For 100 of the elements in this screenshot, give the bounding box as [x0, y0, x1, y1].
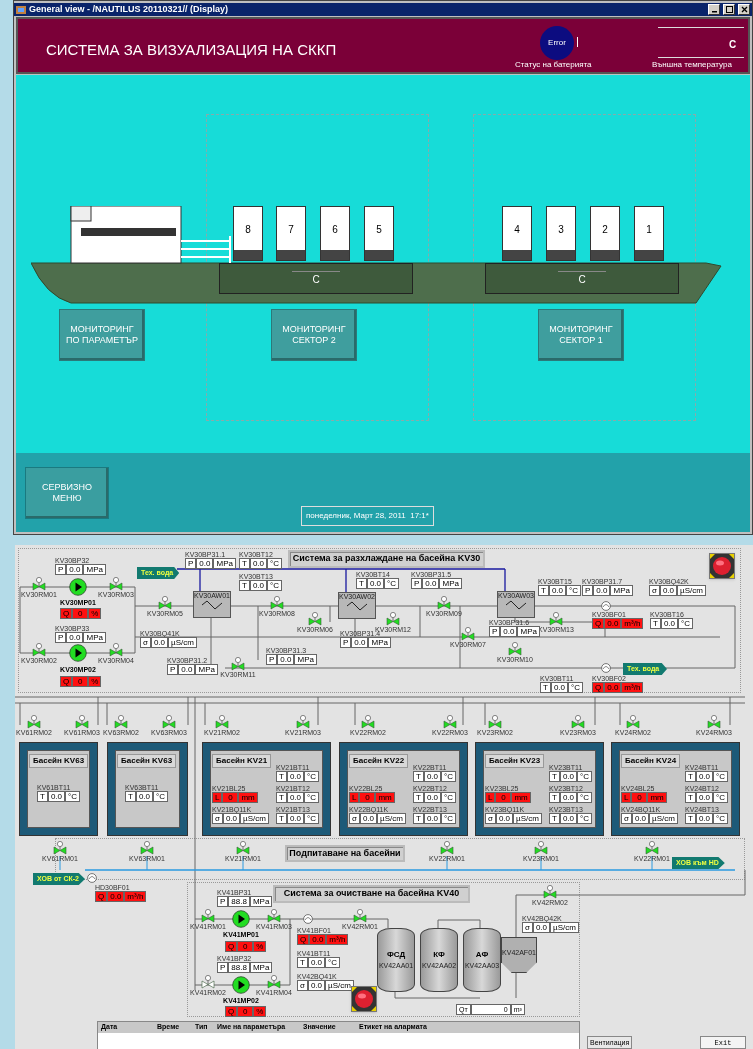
readout-symbol: Q — [297, 934, 310, 945]
cargo-container[interactable]: 3 — [546, 206, 576, 261]
basin-title: Басейн KV21 — [212, 754, 272, 768]
valve-icon[interactable] — [543, 885, 557, 899]
valve-icon[interactable] — [32, 643, 46, 657]
valve-icon[interactable] — [236, 841, 250, 855]
readout-unit: µS/cm — [377, 813, 406, 824]
emergency-stop-button[interactable] — [709, 553, 735, 579]
readout-unit: MPa — [195, 664, 218, 675]
readout-symbol: T — [276, 813, 287, 824]
valve-icon[interactable] — [443, 715, 457, 729]
valve-icon[interactable] — [707, 715, 721, 729]
readout-symbol: σ — [140, 637, 151, 648]
readout-symbol: σ — [212, 813, 223, 824]
container-number: 6 — [332, 223, 338, 237]
readout-value: 0.0 — [249, 580, 267, 591]
cargo-container[interactable]: 2 — [590, 206, 620, 261]
emergency-stop-button[interactable] — [351, 986, 377, 1012]
outside-temperature-label: Външна температура — [652, 59, 732, 71]
valve-icon[interactable] — [158, 596, 172, 610]
readout-value: 0.0 — [286, 813, 304, 824]
valve-icon[interactable] — [215, 715, 229, 729]
container-number: 1 — [646, 223, 652, 237]
outside-temperature-value: C — [729, 38, 737, 52]
cargo-container[interactable]: 7 — [276, 206, 306, 261]
valve-icon[interactable] — [109, 643, 123, 657]
cargo-container[interactable]: 6 — [320, 206, 350, 261]
valve-icon[interactable] — [296, 715, 310, 729]
readout-symbol: T — [650, 618, 661, 629]
valve-icon[interactable] — [231, 657, 245, 671]
close-button[interactable] — [738, 4, 750, 15]
valve-icon[interactable] — [53, 841, 67, 855]
pump-icon[interactable] — [69, 644, 87, 662]
cargo-container[interactable]: 5 — [364, 206, 394, 261]
valve-icon[interactable] — [549, 612, 563, 626]
window-title: General view - /NAUTILUS 20110321// (Display) — [29, 2, 230, 16]
readout-symbol: T — [413, 813, 424, 824]
basin-title: Басейн KV63 — [29, 754, 89, 768]
readout-value: 0.0 — [178, 664, 196, 675]
readout-value: 0.0 — [660, 618, 678, 629]
readout-unit: °C — [267, 580, 282, 591]
tank-name: ФСД — [386, 948, 406, 961]
valve-icon[interactable] — [461, 627, 475, 641]
app-title: СИСТЕМА ЗА ВИЗУАЛИЗАЦИЯ НА СККП — [46, 40, 337, 60]
valve-icon[interactable] — [270, 596, 284, 610]
valve-icon[interactable] — [140, 841, 154, 855]
valve-icon[interactable] — [32, 577, 46, 591]
valve-icon[interactable] — [114, 715, 128, 729]
valve-icon[interactable] — [386, 612, 400, 626]
valve-icon[interactable] — [534, 841, 548, 855]
readout-unit: °C — [153, 791, 168, 802]
valve-icon[interactable] — [201, 975, 215, 989]
readout-unit: % — [88, 608, 102, 619]
readout-symbol: T — [540, 682, 551, 693]
minimize-button[interactable] — [708, 4, 720, 15]
valve-icon[interactable] — [437, 596, 451, 610]
readout-value: 0.0 — [249, 558, 267, 569]
section-title: Система за очистване на басейна KV40 — [273, 885, 470, 903]
readout-symbol: T — [239, 580, 250, 591]
valve-icon[interactable] — [162, 715, 176, 729]
valve-icon[interactable] — [508, 642, 522, 656]
readout-symbol: T — [685, 792, 696, 803]
pump-icon[interactable] — [232, 976, 250, 994]
basin-title: Басейн KV23 — [485, 754, 545, 768]
valve-icon[interactable] — [353, 909, 367, 923]
readout-symbol: L — [621, 792, 632, 803]
valve-icon[interactable] — [75, 715, 89, 729]
readout-value: 0.0 — [307, 980, 326, 991]
valve-icon[interactable] — [267, 975, 281, 989]
readout-value: 0.0 — [695, 813, 713, 824]
valve-icon[interactable] — [267, 909, 281, 923]
readout-unit: m³/h — [621, 618, 644, 629]
readout-unit: µS/cm — [325, 980, 354, 991]
valve-icon[interactable] — [109, 577, 123, 591]
readout-value: 0.0 — [196, 558, 214, 569]
valve-icon[interactable] — [626, 715, 640, 729]
cargo-container[interactable]: 1 — [634, 206, 664, 261]
valve-icon[interactable] — [571, 715, 585, 729]
valve-icon[interactable] — [440, 841, 454, 855]
valve-icon[interactable] — [308, 612, 322, 626]
pump-icon[interactable] — [232, 910, 250, 928]
readout-unit: µS/cm — [168, 637, 197, 648]
stop-icon — [352, 987, 376, 1011]
valve-icon[interactable] — [201, 909, 215, 923]
readout-value: 0.0 — [559, 771, 577, 782]
cargo-container[interactable]: 8 — [233, 206, 263, 261]
maximize-button[interactable] — [723, 4, 735, 15]
valve-icon[interactable] — [27, 715, 41, 729]
readout-value: 0.0 — [66, 632, 84, 643]
valve-icon[interactable] — [488, 715, 502, 729]
readout-symbol: P — [266, 654, 278, 665]
pump-icon[interactable] — [69, 578, 87, 596]
valve-icon[interactable] — [361, 715, 375, 729]
cargo-container[interactable]: 4 — [502, 206, 532, 261]
readout-symbol: Q — [60, 676, 73, 687]
readout-unit: MPa — [610, 585, 633, 596]
readout-symbol: P — [55, 632, 67, 643]
valve-icon[interactable] — [645, 841, 659, 855]
readout-symbol: σ — [297, 980, 308, 991]
readout-unit: m³/h — [621, 682, 644, 693]
